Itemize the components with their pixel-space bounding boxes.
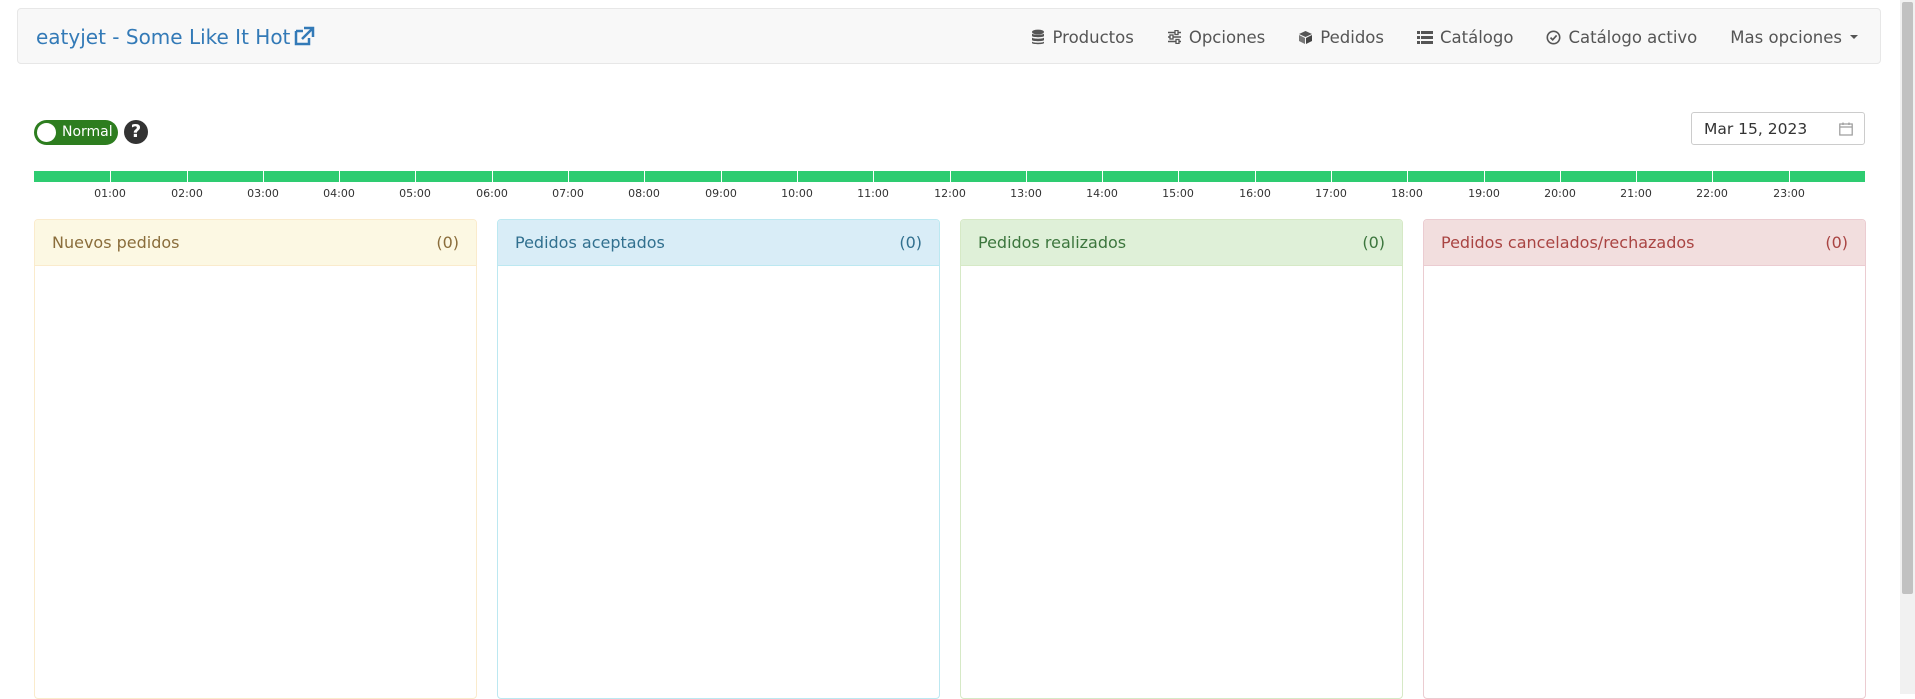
timeline-hour-label: 14:00: [1086, 187, 1118, 200]
timeline-tick: [644, 171, 645, 182]
panel-title: Pedidos aceptados: [515, 233, 665, 252]
timeline-tick: [1636, 171, 1637, 182]
timeline-hour-label: 10:00: [781, 187, 813, 200]
list-icon: [1417, 30, 1433, 44]
timeline-tick: [263, 171, 264, 182]
timeline-tick: [1712, 171, 1713, 182]
timeline-tick: [1560, 171, 1561, 182]
timeline-tick: [797, 171, 798, 182]
nav-mas-opciones-label: Mas opciones: [1730, 27, 1842, 47]
mode-toggle-label: Normal: [62, 124, 113, 140]
top-navbar: eatyjet - Some Like It Hot Productos Opc…: [17, 8, 1881, 64]
nav-catalogo-label: Catálogo: [1440, 27, 1514, 47]
timeline-hour-label: 22:00: [1696, 187, 1728, 200]
timeline-hour-label: 20:00: [1544, 187, 1576, 200]
timeline-hour-label: 06:00: [476, 187, 508, 200]
page-scrollbar[interactable]: [1900, 0, 1915, 694]
database-icon: [1032, 29, 1045, 45]
panel-count: (0): [436, 233, 459, 252]
timeline-tick: [1102, 171, 1103, 182]
timeline-hour-label: 11:00: [857, 187, 889, 200]
timeline-tick: [721, 171, 722, 182]
timeline-hour-label: 05:00: [399, 187, 431, 200]
panel-title: Pedidos realizados: [978, 233, 1127, 252]
timeline-tick: [1026, 171, 1027, 182]
toggle-knob: [37, 123, 56, 142]
nav-pedidos[interactable]: Pedidos: [1298, 28, 1384, 47]
timeline-hour-label: 19:00: [1468, 187, 1500, 200]
timeline-tick: [1178, 171, 1179, 182]
timeline-tick: [1789, 171, 1790, 182]
panel-pedidos-realizados: Pedidos realizados (0): [960, 219, 1403, 699]
scrollbar-thumb[interactable]: [1902, 2, 1913, 594]
date-value: Mar 15, 2023: [1704, 120, 1808, 138]
calendar-icon: [1839, 122, 1853, 136]
timeline-hour-label: 02:00: [171, 187, 203, 200]
caret-down-icon: [1850, 35, 1858, 39]
timeline-hour-label: 03:00: [247, 187, 279, 200]
timeline-tick: [873, 171, 874, 182]
nav-productos[interactable]: Productos: [1031, 27, 1134, 47]
timeline-hour-label: 08:00: [628, 187, 660, 200]
navbar-menu: Productos Opciones Pedidos Catálogo Catá…: [998, 9, 1858, 65]
panel-pedidos-cancelados: Pedidos cancelados/rechazados (0): [1423, 219, 1866, 699]
timeline-tick: [568, 171, 569, 182]
panel-count: (0): [1825, 233, 1848, 252]
nav-catalogo-activo[interactable]: Catálogo activo: [1546, 28, 1697, 47]
nav-pedidos-label: Pedidos: [1320, 27, 1384, 47]
timeline-tick: [1255, 171, 1256, 182]
sliders-icon: [1167, 30, 1181, 44]
timeline-tick: [1484, 171, 1485, 182]
panel-header: Pedidos realizados (0): [961, 220, 1402, 266]
timeline-hour-label: 04:00: [323, 187, 355, 200]
mode-toggle[interactable]: Normal: [34, 120, 118, 145]
panel-title: Nuevos pedidos: [52, 233, 180, 252]
timeline-hour-label: 07:00: [552, 187, 584, 200]
panel-count: (0): [1362, 233, 1385, 252]
panel-nuevos-pedidos: Nuevos pedidos (0): [34, 219, 477, 699]
nav-productos-label: Productos: [1052, 27, 1134, 47]
timeline-tick: [492, 171, 493, 182]
timeline-tick: [1331, 171, 1332, 182]
timeline-hour-label: 13:00: [1010, 187, 1042, 200]
timeline-hour-label: 12:00: [934, 187, 966, 200]
timeline-hour-label: 18:00: [1391, 187, 1423, 200]
panel-header: Pedidos cancelados/rechazados (0): [1424, 220, 1865, 266]
timeline-hour-label: 09:00: [705, 187, 737, 200]
panel-pedidos-aceptados: Pedidos aceptados (0): [497, 219, 940, 699]
nav-catalogo[interactable]: Catálogo: [1417, 28, 1513, 47]
panel-count: (0): [899, 233, 922, 252]
timeline-tick: [415, 171, 416, 182]
timeline-hour-label: 16:00: [1239, 187, 1271, 200]
hour-timeline[interactable]: 01:00 02:00 03:00 04:00 05:00 06:00 07:00 08:00…: [34, 171, 1865, 200]
panel-title: Pedidos cancelados/rechazados: [1441, 233, 1695, 252]
timeline-hour-label: 17:00: [1315, 187, 1347, 200]
nav-opciones[interactable]: Opciones: [1167, 28, 1265, 47]
timeline-tick: [187, 171, 188, 182]
cube-icon: [1299, 30, 1313, 44]
external-link-icon[interactable]: [293, 26, 317, 48]
timeline-tick: [339, 171, 340, 182]
brand-link[interactable]: eatyjet - Some Like It Hot: [36, 25, 290, 49]
help-icon[interactable]: ?: [124, 120, 148, 144]
timeline-hour-label: 15:00: [1162, 187, 1194, 200]
nav-catalogo-activo-label: Catálogo activo: [1568, 27, 1698, 47]
nav-opciones-label: Opciones: [1188, 27, 1266, 47]
timeline-hour-label: 01:00: [94, 187, 126, 200]
timeline-tick: [1407, 171, 1408, 182]
nav-mas-opciones-dropdown[interactable]: Mas opciones: [1730, 28, 1858, 47]
timeline-tick: [110, 171, 111, 182]
panel-header: Nuevos pedidos (0): [35, 220, 476, 266]
timeline-hour-label: 23:00: [1773, 187, 1805, 200]
timeline-hour-label: 21:00: [1620, 187, 1652, 200]
timeline-tick: [950, 171, 951, 182]
panel-header: Pedidos aceptados (0): [498, 220, 939, 266]
check-circle-icon: [1546, 30, 1561, 44]
date-picker[interactable]: Mar 15, 2023: [1691, 112, 1865, 145]
